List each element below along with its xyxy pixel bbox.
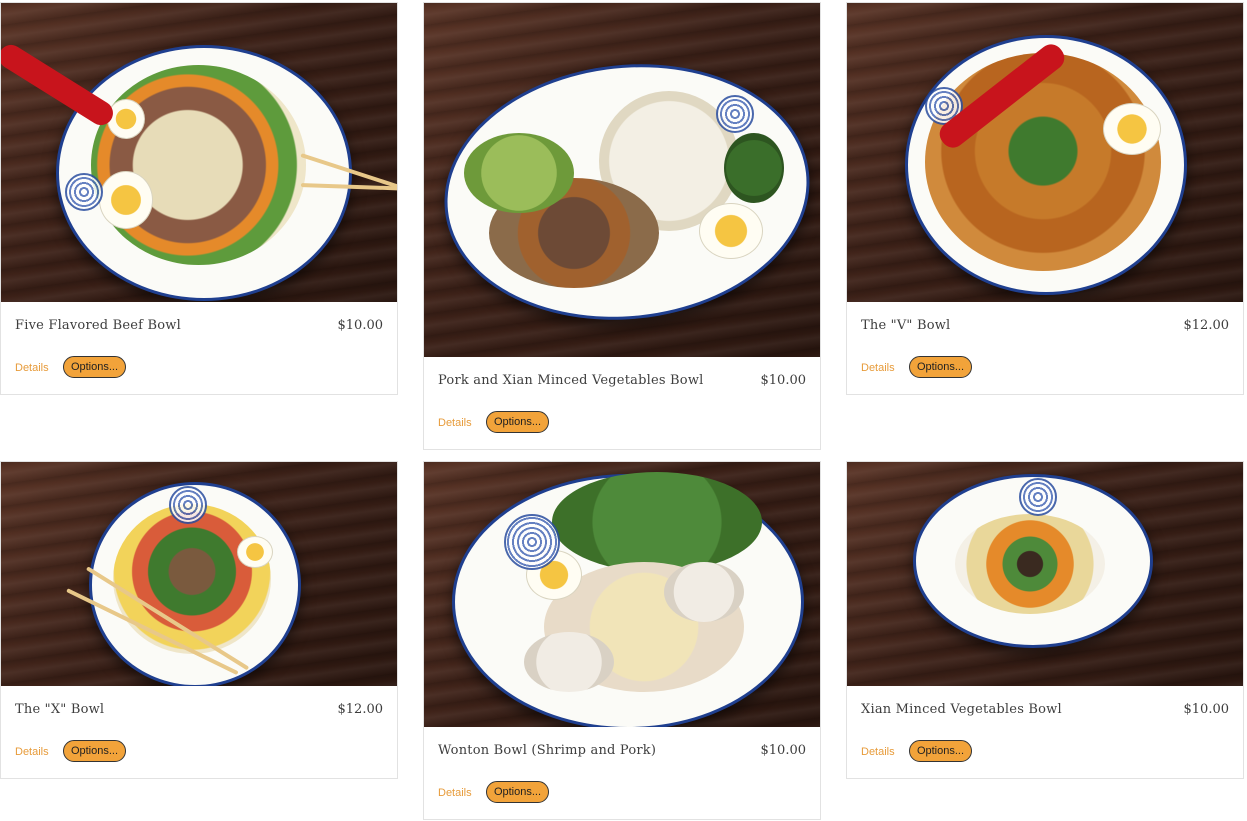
item-price: $10.00	[760, 373, 807, 388]
item-photo[interactable]	[847, 3, 1243, 302]
item-price: $10.00	[337, 318, 384, 333]
item-title: Wonton Bowl (Shrimp and Pork)	[438, 743, 657, 758]
item-title: Pork and Xian Minced Vegetables Bowl	[438, 373, 704, 388]
bowl-logo-icon	[504, 514, 560, 570]
lettuce-image	[464, 133, 574, 213]
item-price: $10.00	[1183, 702, 1230, 717]
item-photo[interactable]	[1, 462, 397, 686]
options-button[interactable]: Options...	[909, 740, 972, 762]
item-title: The "X" Bowl	[15, 702, 105, 717]
item-info: Wonton Bowl (Shrimp and Pork) $10.00 Det…	[424, 727, 820, 819]
item-price: $12.00	[337, 702, 384, 717]
options-button[interactable]: Options...	[63, 356, 126, 378]
item-info: The "X" Bowl $12.00 Details Options...	[1, 686, 397, 778]
noodles-image	[91, 65, 306, 265]
lettuce-image	[552, 472, 762, 572]
soup-image	[925, 53, 1161, 271]
egg-image	[699, 203, 763, 259]
bowl-logo-icon	[65, 173, 103, 211]
greens-image	[724, 133, 784, 203]
item-title: Xian Minced Vegetables Bowl	[861, 702, 1062, 717]
bowl-logo-icon	[1019, 478, 1057, 516]
details-link[interactable]: Details	[15, 746, 49, 758]
item-title: The "V" Bowl	[861, 318, 951, 333]
egg-image	[107, 99, 145, 139]
item-photo[interactable]	[1, 3, 397, 302]
item-info: Five Flavored Beef Bowl $10.00 Details O…	[1, 302, 397, 394]
details-link[interactable]: Details	[438, 787, 472, 799]
noodles-image	[955, 514, 1105, 614]
egg-image	[1103, 103, 1161, 155]
details-link[interactable]: Details	[15, 362, 49, 374]
options-button[interactable]: Options...	[63, 740, 126, 762]
egg-image	[99, 171, 153, 229]
options-button[interactable]: Options...	[909, 356, 972, 378]
details-link[interactable]: Details	[438, 417, 472, 429]
item-photo[interactable]	[424, 3, 820, 357]
options-button[interactable]: Options...	[486, 781, 549, 803]
egg-image	[237, 536, 273, 568]
menu-item-card: Pork and Xian Minced Vegetables Bowl $10…	[423, 2, 821, 450]
item-price: $10.00	[760, 743, 807, 758]
menu-item-card: The "V" Bowl $12.00 Details Options...	[846, 2, 1244, 395]
menu-item-card: Xian Minced Vegetables Bowl $10.00 Detai…	[846, 461, 1244, 779]
item-info: The "V" Bowl $12.00 Details Options...	[847, 302, 1243, 394]
item-info: Pork and Xian Minced Vegetables Bowl $10…	[424, 357, 820, 449]
item-photo[interactable]	[847, 462, 1243, 686]
bowl-logo-icon	[169, 486, 207, 524]
menu-item-card: Five Flavored Beef Bowl $10.00 Details O…	[0, 2, 398, 395]
menu-item-card: The "X" Bowl $12.00 Details Options...	[0, 461, 398, 779]
bowl-logo-icon	[716, 95, 754, 133]
item-info: Xian Minced Vegetables Bowl $10.00 Detai…	[847, 686, 1243, 778]
item-price: $12.00	[1183, 318, 1230, 333]
item-photo[interactable]	[424, 462, 820, 727]
menu-item-card: Wonton Bowl (Shrimp and Pork) $10.00 Det…	[423, 461, 821, 820]
details-link[interactable]: Details	[861, 746, 895, 758]
details-link[interactable]: Details	[861, 362, 895, 374]
options-button[interactable]: Options...	[486, 411, 549, 433]
wonton-image	[664, 562, 744, 622]
wonton-image	[524, 632, 614, 692]
item-title: Five Flavored Beef Bowl	[15, 318, 181, 333]
